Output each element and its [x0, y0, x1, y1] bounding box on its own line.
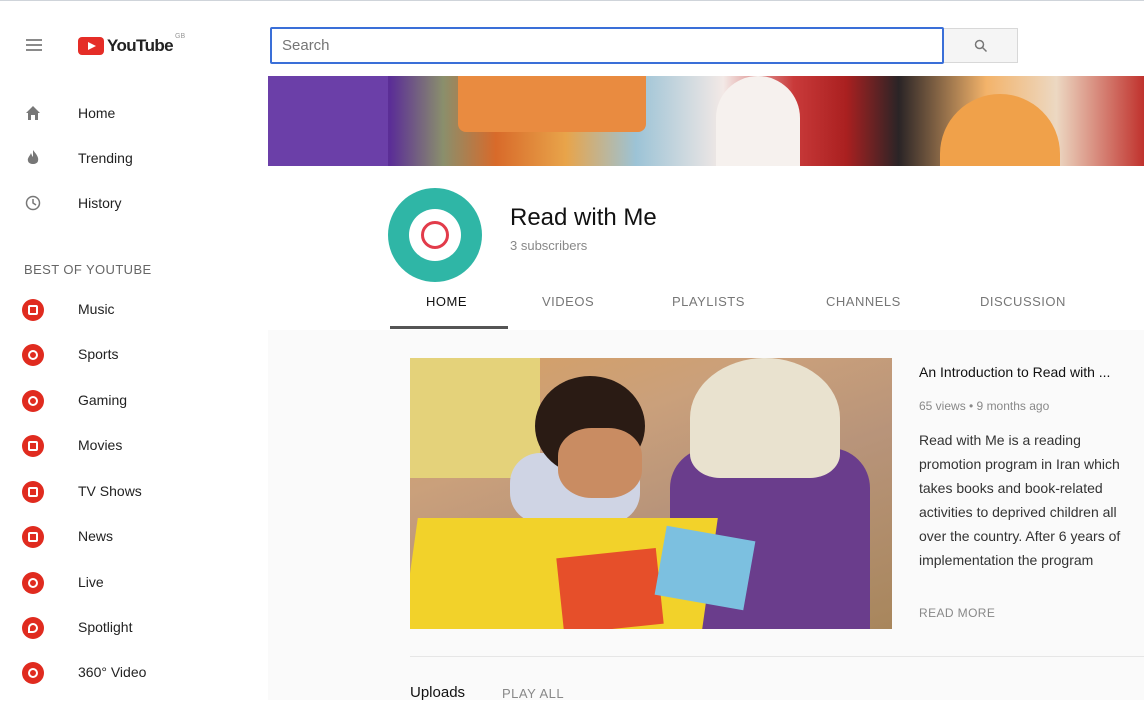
- movies-icon: [22, 435, 44, 457]
- sidebar-item-sports[interactable]: Sports: [0, 333, 268, 377]
- flame-icon: [27, 150, 39, 164]
- sidebar-item-history[interactable]: History: [0, 182, 268, 226]
- sidebar-item-label: Gaming: [78, 392, 128, 408]
- sidebar-item-label: Trending: [78, 150, 133, 166]
- sidebar-item-label: Live: [78, 574, 104, 590]
- logo-flower-icon: [421, 221, 449, 249]
- youtube-play-icon: [78, 37, 104, 55]
- channel-title: Read with Me: [510, 204, 657, 231]
- video-description: Read with Me is a reading promotion prog…: [919, 432, 1121, 568]
- tab-playlists[interactable]: PLAYLISTS: [672, 294, 745, 309]
- search-icon: [974, 39, 987, 52]
- video-meta: 65 views • 9 months ago: [919, 399, 1050, 413]
- section-divider: [410, 656, 1144, 657]
- active-tab-indicator: [390, 326, 508, 329]
- sports-icon: [22, 344, 44, 366]
- video-thumbnail[interactable]: [410, 358, 892, 629]
- tab-videos[interactable]: VIDEOS: [542, 294, 594, 309]
- gaming-icon: [22, 390, 44, 412]
- sidebar-item-news[interactable]: News: [0, 515, 268, 559]
- read-more-button[interactable]: READ MORE: [919, 606, 995, 620]
- sidebar: Home Trending History BEST OF YOUTUBE Mu…: [0, 76, 268, 700]
- sidebar-item-trending[interactable]: Trending: [0, 137, 268, 181]
- channel-page: Read with Me 3 subscribers HOME VIDEOS P…: [268, 76, 1144, 701]
- play-all-button[interactable]: PLAY ALL: [502, 686, 564, 701]
- sidebar-item-label: News: [78, 528, 114, 544]
- spotlight-icon: [22, 617, 44, 639]
- logo-text: YouTube: [107, 36, 174, 55]
- news-icon: [22, 526, 44, 548]
- search-input[interactable]: [270, 27, 944, 64]
- masthead: YouTube GB: [0, 0, 1144, 76]
- live-icon: [22, 572, 44, 594]
- 360-video-icon: [22, 662, 44, 684]
- sidebar-item-tv-shows[interactable]: TV Shows: [0, 470, 268, 514]
- sidebar-item-label: Home: [78, 105, 116, 121]
- sidebar-item-360-video[interactable]: 360° Video: [0, 651, 268, 695]
- sidebar-item-spotlight[interactable]: Spotlight: [0, 606, 268, 650]
- sidebar-item-label: Spotlight: [78, 619, 133, 635]
- tab-home[interactable]: HOME: [426, 294, 467, 309]
- channel-banner: [268, 76, 1144, 166]
- history-icon: [25, 195, 41, 211]
- sidebar-item-label: 360° Video: [78, 664, 147, 680]
- tab-channels[interactable]: CHANNELS: [826, 294, 901, 309]
- search-button[interactable]: [944, 28, 1018, 63]
- sidebar-item-label: Sports: [78, 346, 119, 362]
- section-title: BEST OF YOUTUBE: [24, 262, 152, 277]
- menu-icon[interactable]: [26, 39, 42, 51]
- tv-icon: [22, 481, 44, 503]
- channel-avatar[interactable]: [388, 188, 482, 282]
- tab-discussion[interactable]: DISCUSSION: [980, 294, 1066, 309]
- sidebar-item-label: TV Shows: [78, 483, 142, 499]
- uploads-heading[interactable]: Uploads: [410, 684, 465, 701]
- sidebar-item-label: Movies: [78, 437, 123, 453]
- featured-video-section: An Introduction to Read with ... 65 view…: [268, 330, 1144, 701]
- sidebar-item-movies[interactable]: Movies: [0, 424, 268, 468]
- sidebar-item-label: History: [78, 195, 122, 211]
- sidebar-item-music[interactable]: Music: [0, 288, 268, 332]
- youtube-logo[interactable]: YouTube GB: [78, 33, 186, 56]
- sidebar-item-gaming[interactable]: Gaming: [0, 379, 268, 423]
- music-icon: [22, 299, 44, 321]
- sidebar-item-live[interactable]: Live: [0, 561, 268, 605]
- logo-region: GB: [175, 33, 186, 40]
- sidebar-item-home[interactable]: Home: [0, 92, 268, 136]
- video-title[interactable]: An Introduction to Read with ...: [919, 364, 1141, 380]
- channel-header: Read with Me 3 subscribers HOME VIDEOS P…: [268, 166, 1144, 330]
- subscriber-count: 3 subscribers: [510, 238, 588, 253]
- sidebar-item-label: Music: [78, 301, 115, 317]
- home-icon: [26, 106, 40, 120]
